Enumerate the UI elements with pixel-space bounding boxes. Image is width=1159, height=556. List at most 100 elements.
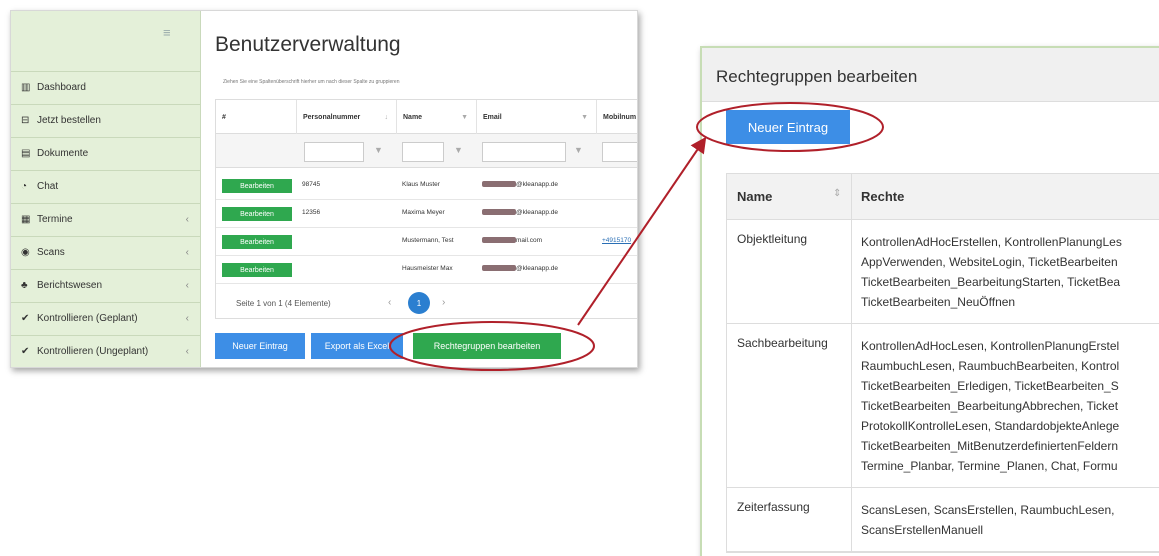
column-header-name[interactable]: Name ▼ (396, 100, 476, 134)
calendar-icon: ▦ (21, 214, 31, 225)
pager: Seite 1 von 1 (4 Elemente) ‹ 1 › (216, 288, 637, 318)
group-name: Zeiterfassung (737, 500, 810, 514)
hamburger-icon[interactable]: ≡ (163, 25, 171, 40)
chevron-left-icon[interactable]: ‹ (186, 247, 189, 258)
column-header-rights[interactable]: Rechte (861, 189, 904, 204)
filter-icon[interactable]: ▼ (581, 114, 588, 121)
sidebar-item-kontrollieren-ungeplant[interactable]: ✔ Kontrollieren (Ungeplant) ‹ (11, 335, 201, 367)
cell-email: mail.com (482, 237, 542, 244)
check-icon: ✔ (21, 346, 30, 357)
sidebar-item-dokumente[interactable]: ▤ Dokumente (11, 137, 201, 169)
sidebar-item-label: Jetzt bestellen (37, 115, 101, 126)
cell-name: Klaus Muster (402, 181, 440, 188)
chevron-left-icon[interactable]: ‹ (186, 214, 189, 225)
column-divider (851, 174, 852, 219)
group-rights: KontrollenAdHocLesen, KontrollenPlanungE… (861, 336, 1119, 476)
sidebar-item-berichtswesen[interactable]: ♣ Berichtswesen ‹ (11, 269, 201, 301)
reports-icon: ♣ (21, 280, 28, 291)
column-header-mobile[interactable]: Mobilnum (596, 100, 637, 134)
filter-input-name[interactable] (402, 142, 444, 162)
dialog-header: Rechtegruppen bearbeiten (702, 48, 1159, 102)
cell-personalnummer: 12356 (302, 209, 321, 216)
table-row: Bearbeiten 12356 Maxima Meyer @kleanapp.de (216, 200, 637, 228)
cell-email: @kleanapp.de (482, 181, 558, 188)
filter-input-mobile[interactable] (602, 142, 637, 162)
sidebar-item-label: Dashboard (37, 82, 86, 93)
bar-chart-icon: ▥ (21, 82, 31, 93)
edit-button[interactable]: Bearbeiten (222, 179, 292, 193)
group-rights: ScansLesen, ScansErstellen, RaumbuchLese… (861, 500, 1114, 540)
table-row: Bearbeiten Hausmeister Max @kleanapp.de (216, 256, 637, 284)
chevron-left-icon[interactable]: ‹ (186, 346, 189, 357)
edit-button[interactable]: Bearbeiten (222, 207, 292, 221)
rights-line: ScansErstellenManuell (861, 523, 984, 537)
sidebar-item-chat[interactable]: ◔ Chat (11, 170, 201, 202)
sidebar-item-termine[interactable]: ▦ Termine ‹ (11, 203, 201, 235)
filter-icon[interactable]: ▼ (374, 145, 383, 155)
filter-input-personalnummer[interactable] (304, 142, 364, 162)
main-content: Benutzerverwaltung Ziehen Sie eine Spalt… (201, 11, 637, 367)
cell-personalnummer: 98745 (302, 181, 321, 188)
cell-mobile-link[interactable]: +4915170 (602, 237, 631, 244)
scan-icon: ◉ (21, 247, 30, 258)
sidebar-item-label: Chat (37, 181, 59, 192)
sidebar-item-scans[interactable]: ◉ Scans ‹ (11, 236, 201, 268)
new-entry-button[interactable]: Neuer Eintrag (215, 333, 305, 359)
sidebar-item-kontrollieren-geplant[interactable]: ✔ Kontrollieren (Geplant) ‹ (11, 302, 201, 334)
sort-icon[interactable]: ⇕ (833, 188, 841, 199)
filter-input-email[interactable] (482, 142, 566, 162)
rights-table-row[interactable]: Zeiterfassung ScansLesen, ScansErstellen,… (727, 488, 1159, 552)
cell-email: @kleanapp.de (482, 265, 558, 272)
sidebar-item-label: Termine (37, 214, 73, 225)
edit-button[interactable]: Bearbeiten (222, 263, 292, 277)
current-page-button[interactable]: 1 (408, 292, 430, 314)
column-divider (851, 488, 852, 551)
rights-table: Name ⇕ Rechte Objektleitung KontrollenAdH… (726, 173, 1159, 553)
chevron-left-icon[interactable]: ‹ (186, 280, 189, 291)
redacted-email (482, 209, 516, 216)
export-excel-button[interactable]: Export als Excel (311, 333, 403, 359)
basket-icon: ⊟ (21, 115, 30, 126)
chevron-left-icon[interactable]: ‹ (186, 313, 189, 324)
rights-line: TicketBearbeiten_BearbeitungStarten, Tic… (861, 275, 1121, 289)
cell-name: Mustermann, Test (402, 237, 454, 244)
column-divider (851, 324, 852, 487)
cell-name: Hausmeister Max (402, 265, 453, 272)
rights-groups-button[interactable]: Rechtegruppen bearbeiten (413, 333, 561, 359)
filter-icon[interactable]: ▼ (461, 114, 468, 121)
rights-table-row[interactable]: Objektleitung KontrollenAdHocErstellen, K… (727, 220, 1159, 324)
group-name: Objektleitung (737, 232, 808, 246)
new-entry-button[interactable]: Neuer Eintrag (726, 110, 850, 144)
rights-line: TicketBearbeiten_MitBenutzerdefiniertenF… (861, 439, 1119, 453)
next-page-icon[interactable]: › (442, 297, 445, 308)
user-management-screenshot: ≡ ▥ Dashboard ⊟ Jetzt bestellen ▤ Dokumente ◔ C… (10, 10, 638, 368)
table-row: Bearbeiten Mustermann, Test mail.com +49151… (216, 228, 637, 256)
sidebar-item-label: Kontrollieren (Ungeplant) (37, 346, 149, 357)
column-divider (851, 220, 852, 323)
group-hint: Ziehen Sie eine Spaltenüberschrift hierh… (223, 79, 400, 85)
edit-button[interactable]: Bearbeiten (222, 235, 292, 249)
sidebar-item-label: Kontrollieren (Geplant) (37, 313, 138, 324)
rights-table-row[interactable]: Sachbearbeitung KontrollenAdHocLesen, Kon… (727, 324, 1159, 488)
rights-line: KontrollenAdHocLesen, KontrollenPlanungE… (861, 339, 1120, 353)
sidebar-item-jetzt-bestellen[interactable]: ⊟ Jetzt bestellen (11, 104, 201, 136)
column-header-personalnummer[interactable]: Personalnummer ↓ (296, 100, 396, 134)
sort-icon[interactable]: ↓ (385, 114, 389, 121)
rights-line: AppVerwenden, WebsiteLogin, TicketBearbe… (861, 255, 1118, 269)
filter-icon[interactable]: ▼ (454, 145, 463, 155)
rights-line: ScansLesen, ScansErstellen, RaumbuchLese… (861, 503, 1115, 517)
user-table: # Personalnummer ↓ Name ▼ Email ▼ Mobilnum … (215, 99, 637, 319)
sidebar-item-dashboard[interactable]: ▥ Dashboard (11, 71, 201, 103)
filter-icon[interactable]: ▼ (574, 145, 583, 155)
prev-page-icon[interactable]: ‹ (388, 297, 391, 308)
column-header-name[interactable]: Name (737, 189, 772, 204)
pager-text: Seite 1 von 1 (4 Elemente) (236, 299, 331, 308)
filter-row: ▼ ▼ ▼ (216, 134, 637, 168)
rights-table-header: Name ⇕ Rechte (727, 174, 1159, 220)
dialog-title: Rechtegruppen bearbeiten (716, 67, 918, 86)
chat-icon: ◔ (21, 181, 28, 192)
column-header-hash[interactable]: # (216, 100, 296, 134)
document-icon: ▤ (21, 148, 31, 159)
column-header-email[interactable]: Email ▼ (476, 100, 596, 134)
rights-line: ProtokollKontrolleLesen, Standardobjekte… (861, 419, 1120, 433)
